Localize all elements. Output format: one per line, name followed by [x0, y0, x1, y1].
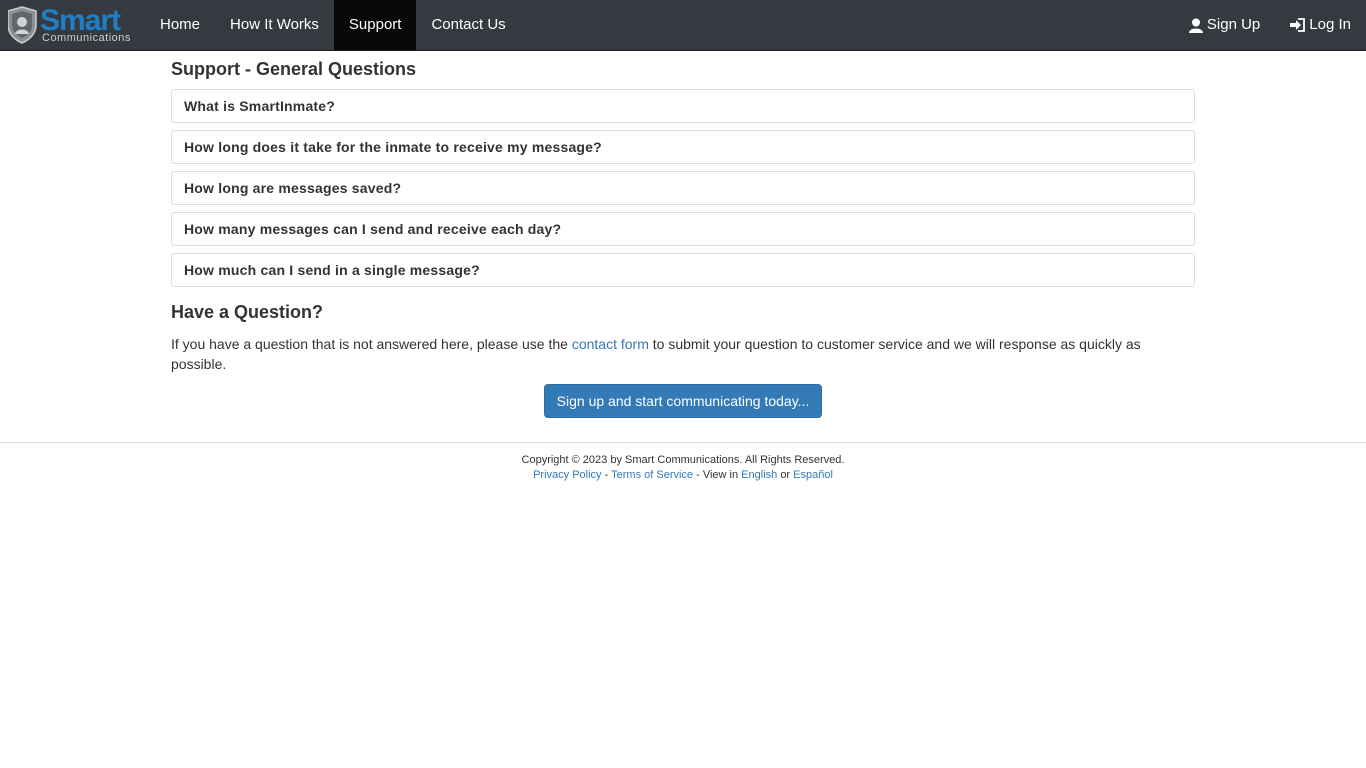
footer-links: Privacy Policy - Terms of Service - View…	[0, 468, 1366, 483]
footer-separator: -	[604, 469, 609, 481]
faq-list: What is SmartInmate? How long does it ta…	[171, 89, 1195, 287]
english-link[interactable]: English	[741, 469, 777, 481]
primary-nav: Home How It Works Support Contact Us	[145, 0, 521, 50]
user-icon	[1188, 18, 1203, 33]
sign-up-label: Sign Up	[1206, 16, 1261, 33]
signup-cta-button[interactable]: Sign up and start communicating today...	[543, 384, 823, 418]
question-paragraph: If you have a question that is not answe…	[171, 334, 1195, 374]
cta-wrapper: Sign up and start communicating today...	[171, 384, 1195, 418]
footer-divider	[0, 442, 1366, 443]
view-in-text: - View in	[696, 469, 739, 481]
footer: Copyright © 2023 by Smart Communications…	[0, 453, 1366, 483]
account-nav: Sign Up Log In	[1174, 0, 1366, 50]
page-title: Support - General Questions	[171, 59, 417, 79]
nav-support[interactable]: Support	[333, 0, 417, 50]
faq-item[interactable]: How long are messages saved?	[171, 171, 1195, 205]
login-icon	[1290, 18, 1306, 32]
question-text-before: If you have a question that is not answe…	[171, 336, 568, 352]
faq-item[interactable]: How many messages can I send and receive…	[171, 212, 1195, 246]
terms-of-service-link[interactable]: Terms of Service	[611, 469, 693, 481]
log-in-link[interactable]: Log In	[1275, 0, 1366, 50]
top-navbar: Smart Communications Home How It Works S…	[0, 0, 1366, 51]
question-heading: Have a Question?	[171, 302, 324, 322]
faq-item[interactable]: How long does it take for the inmate to …	[171, 130, 1195, 164]
privacy-policy-link[interactable]: Privacy Policy	[533, 469, 601, 481]
nav-contact-us[interactable]: Contact Us	[416, 0, 520, 50]
copyright-text: Copyright © 2023 by Smart Communications…	[521, 454, 845, 466]
logo-sub: Communications	[42, 32, 131, 44]
log-in-label: Log In	[1309, 16, 1351, 33]
faq-item[interactable]: What is SmartInmate?	[171, 89, 1195, 123]
or-text: or	[780, 469, 791, 481]
espanol-link[interactable]: Español	[793, 469, 833, 481]
brand-logo[interactable]: Smart Communications	[8, 5, 140, 45]
faq-item[interactable]: How much can I send in a single message?	[171, 253, 1195, 287]
nav-how-it-works[interactable]: How It Works	[215, 0, 334, 50]
main-content: Support - General Questions What is Smar…	[171, 51, 1195, 418]
nav-home[interactable]: Home	[145, 0, 215, 50]
contact-form-link[interactable]: contact form	[572, 336, 649, 352]
sign-up-link[interactable]: Sign Up	[1174, 0, 1275, 50]
